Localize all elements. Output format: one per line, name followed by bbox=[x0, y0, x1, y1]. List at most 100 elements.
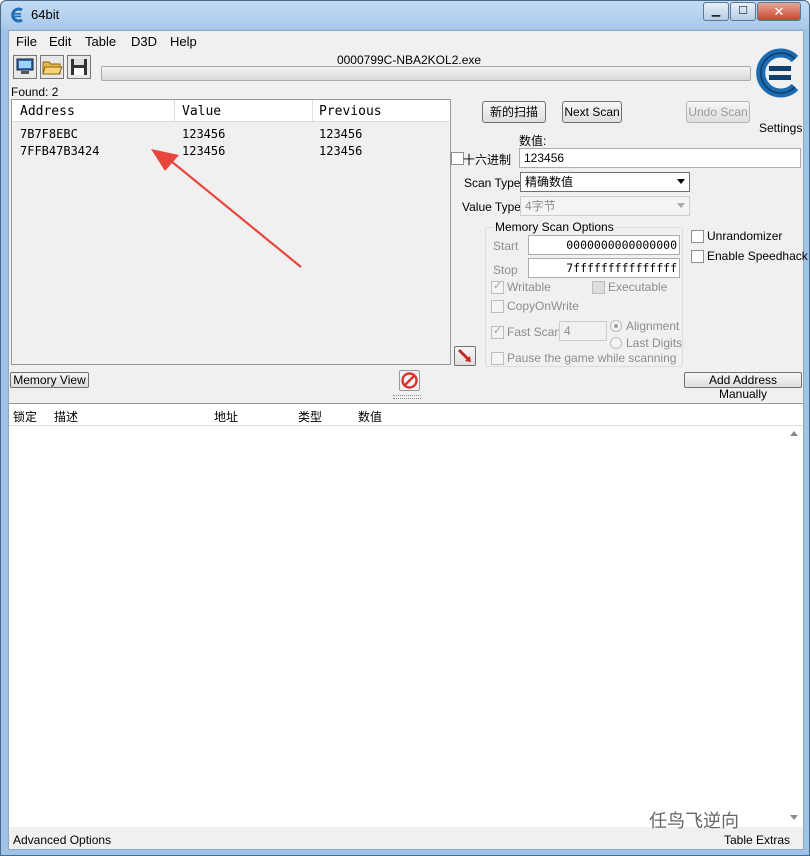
stop-icon bbox=[401, 372, 418, 389]
computer-icon bbox=[16, 58, 34, 74]
scan-type-select[interactable]: 精确数值 bbox=[520, 172, 690, 192]
start-address-input[interactable]: 0000000000000000 bbox=[528, 235, 680, 255]
menu-bar: File Edit Table D3D Help bbox=[9, 31, 803, 51]
cheat-engine-logo[interactable] bbox=[754, 47, 804, 99]
main-client-area: File Edit Table D3D Help 0000799C-NBA2KO… bbox=[8, 30, 808, 850]
chevron-down-icon bbox=[677, 203, 685, 208]
undo-scan-button[interactable]: Undo Scan bbox=[686, 101, 750, 123]
stop-scan-button[interactable] bbox=[399, 370, 420, 391]
fast-scan-checkbox[interactable] bbox=[491, 324, 504, 339]
executable-label: Executable bbox=[608, 280, 668, 294]
title-bar[interactable]: 64bit ▁ ☐ ✕ bbox=[1, 1, 809, 29]
stop-label: Stop bbox=[493, 263, 518, 277]
result-address: 7FFB47B3424 bbox=[20, 144, 100, 158]
stop-address-input[interactable]: 7fffffffffffffff bbox=[528, 258, 680, 278]
result-value: 123456 bbox=[182, 127, 226, 141]
unrandomizer-checkbox[interactable] bbox=[691, 230, 704, 243]
results-header: Address Value Previous bbox=[12, 100, 450, 122]
writable-label: Writable bbox=[507, 280, 551, 294]
menu-d3d[interactable]: D3D bbox=[131, 34, 157, 49]
close-button[interactable]: ✕ bbox=[757, 2, 801, 21]
select-process-button[interactable] bbox=[13, 55, 37, 79]
speedhack-checkbox[interactable] bbox=[691, 250, 704, 263]
found-count-label: Found: 2 bbox=[11, 85, 59, 99]
copyonwrite-label: CopyOnWrite bbox=[507, 299, 579, 313]
menu-edit[interactable]: Edit bbox=[49, 34, 71, 49]
next-scan-button[interactable]: Next Scan bbox=[562, 101, 622, 123]
app-window: 64bit ▁ ☐ ✕ File Edit Table D3D Help 000… bbox=[0, 0, 810, 856]
result-previous: 123456 bbox=[319, 127, 363, 141]
scan-type-value: 精确数值 bbox=[525, 175, 574, 189]
settings-label[interactable]: Settings bbox=[759, 121, 802, 135]
fast-scan-label: Fast Scan bbox=[507, 325, 562, 339]
floppy-disk-icon bbox=[71, 59, 87, 75]
red-pointer-arrow-icon bbox=[457, 348, 471, 362]
last-digits-label: Last Digits bbox=[626, 336, 683, 350]
pause-game-label: Pause the game while scanning bbox=[507, 351, 677, 365]
process-name-label: 0000799C-NBA2KOL2.exe bbox=[336, 53, 482, 67]
maximize-button[interactable]: ☐ bbox=[730, 2, 756, 21]
minimize-icon: ▁ bbox=[711, 5, 721, 17]
add-address-manually-button[interactable]: Add Address Manually bbox=[684, 372, 802, 401]
chevron-down-icon bbox=[677, 179, 685, 184]
scroll-down-arrow-icon[interactable] bbox=[790, 815, 798, 820]
save-button[interactable] bbox=[67, 55, 91, 79]
watermark-text: 任鸟飞逆向 bbox=[649, 811, 739, 831]
value-caption: 数值: bbox=[519, 134, 547, 148]
column-value[interactable]: 数值 bbox=[358, 408, 382, 425]
scroll-up-arrow-icon[interactable] bbox=[790, 431, 798, 436]
menu-file[interactable]: File bbox=[16, 34, 37, 49]
column-previous[interactable]: Previous bbox=[319, 104, 382, 119]
scan-value-input[interactable]: 123456 bbox=[519, 148, 801, 168]
start-label: Start bbox=[493, 239, 519, 253]
address-list-table[interactable]: 锁定 描述 地址 类型 数值 bbox=[9, 403, 803, 827]
result-address: 7B7F8EBC bbox=[20, 127, 78, 141]
alignment-radio[interactable] bbox=[610, 320, 622, 332]
vertical-scrollbar[interactable] bbox=[787, 427, 803, 827]
open-file-button[interactable] bbox=[40, 55, 64, 79]
column-address[interactable]: Address bbox=[20, 104, 75, 119]
address-list-header: 锁定 描述 地址 类型 数值 bbox=[9, 404, 803, 426]
result-row[interactable]: 7FFB47B3424 123456 123456 bbox=[12, 143, 450, 160]
column-description[interactable]: 描述 bbox=[54, 408, 78, 425]
value-type-label: Value Type bbox=[462, 200, 521, 214]
menu-table[interactable]: Table bbox=[85, 34, 116, 49]
pointer-scan-button[interactable] bbox=[454, 346, 476, 366]
cheat-engine-app-icon bbox=[11, 7, 23, 23]
value-type-select[interactable]: 4字节 bbox=[520, 196, 690, 216]
table-extras-link[interactable]: Table Extras bbox=[724, 833, 790, 847]
column-type[interactable]: 类型 bbox=[298, 408, 322, 425]
window-title: 64bit bbox=[31, 7, 60, 22]
writable-checkbox[interactable] bbox=[491, 279, 504, 294]
alignment-label: Alignment bbox=[626, 319, 680, 333]
speedhack-label: Enable Speedhack bbox=[707, 249, 808, 263]
pause-game-checkbox[interactable] bbox=[491, 352, 504, 365]
scan-type-label: Scan Type bbox=[464, 176, 521, 190]
hex-label: 十六进制 bbox=[463, 153, 512, 167]
unrandomizer-label: Unrandomizer bbox=[707, 229, 783, 243]
memory-scan-options-title: Memory Scan Options bbox=[493, 220, 616, 234]
value-type-value: 4字节 bbox=[525, 199, 556, 213]
last-digits-radio[interactable] bbox=[610, 337, 622, 349]
result-row[interactable]: 7B7F8EBC 123456 123456 bbox=[12, 126, 450, 143]
maximize-icon: ☐ bbox=[738, 5, 748, 17]
copyonwrite-checkbox[interactable] bbox=[491, 300, 504, 313]
minimize-button[interactable]: ▁ bbox=[703, 2, 729, 21]
splitter-handle[interactable] bbox=[393, 395, 421, 399]
result-value: 123456 bbox=[182, 144, 226, 158]
toolbar: 0000799C-NBA2KOL2.exe bbox=[9, 48, 803, 98]
fast-scan-input[interactable]: 4 bbox=[559, 321, 607, 341]
scan-progress-bar bbox=[101, 66, 751, 81]
executable-checkbox[interactable] bbox=[592, 281, 605, 294]
menu-help[interactable]: Help bbox=[170, 34, 197, 49]
result-previous: 123456 bbox=[319, 144, 363, 158]
column-value[interactable]: Value bbox=[182, 104, 221, 119]
column-lock[interactable]: 锁定 bbox=[13, 408, 37, 425]
advanced-options-link[interactable]: Advanced Options bbox=[13, 833, 111, 847]
memory-view-button[interactable]: Memory View bbox=[10, 372, 89, 388]
new-scan-button[interactable]: 新的扫描 bbox=[482, 101, 546, 123]
column-address[interactable]: 地址 bbox=[214, 408, 238, 425]
scan-results-list[interactable]: Address Value Previous 7B7F8EBC 123456 1… bbox=[11, 99, 451, 365]
column-separator bbox=[312, 100, 313, 122]
folder-open-icon bbox=[42, 61, 63, 75]
